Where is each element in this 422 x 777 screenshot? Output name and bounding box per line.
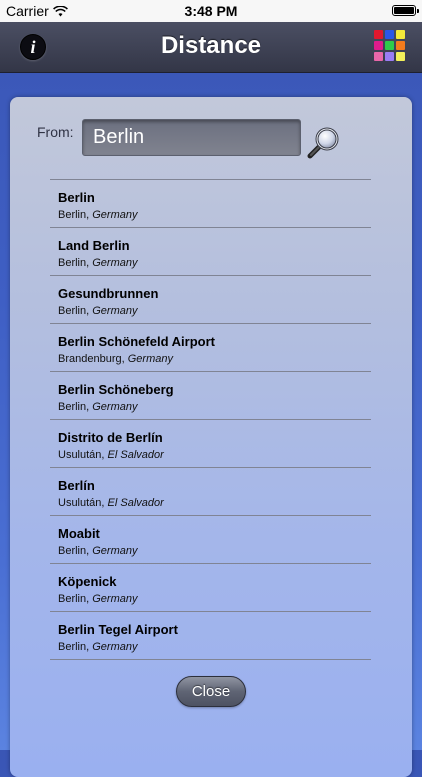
result-country: El Salvador bbox=[107, 497, 164, 509]
color-grid-cell bbox=[374, 30, 383, 39]
result-region: Brandenburg, Germany bbox=[58, 353, 173, 365]
result-item[interactable]: Distrito de Berlín Usulután, El Salvador bbox=[50, 420, 371, 468]
color-grid-cell bbox=[385, 52, 394, 61]
result-name: Köpenick bbox=[58, 574, 117, 589]
nav-bar: i Distance bbox=[0, 22, 422, 73]
result-region: Berlin, Germany bbox=[58, 593, 138, 605]
result-country: Germany bbox=[92, 593, 138, 605]
result-item[interactable]: Moabit Berlin, Germany bbox=[50, 516, 371, 564]
result-name: Berlin bbox=[58, 190, 95, 205]
search-panel: From: BerlinBerlin, GermanyLand BerlinBe… bbox=[10, 97, 412, 777]
result-region: Usulután, El Salvador bbox=[58, 497, 164, 509]
result-item[interactable]: Berlin Schönefeld Airport Brandenburg, Ge… bbox=[50, 324, 371, 372]
result-item[interactable]: Köpenick Berlin, Germany bbox=[50, 564, 371, 612]
result-region: Usulután, El Salvador bbox=[58, 449, 164, 461]
result-country: Germany bbox=[92, 209, 138, 221]
color-grid-icon[interactable] bbox=[374, 30, 406, 62]
result-country: Germany bbox=[127, 353, 173, 365]
result-region-name: Usulután, bbox=[58, 497, 105, 509]
status-time: 3:48 PM bbox=[184, 3, 238, 19]
result-item[interactable]: Berlin Schöneberg Berlin, Germany bbox=[50, 372, 371, 420]
result-country: Germany bbox=[92, 641, 138, 653]
battery-icon bbox=[392, 5, 419, 16]
color-grid-cell bbox=[374, 41, 383, 50]
result-name: Distrito de Berlín bbox=[58, 430, 163, 445]
result-name: Berlín bbox=[58, 478, 95, 493]
result-name: Berlin Tegel Airport bbox=[58, 622, 178, 637]
result-name: Gesundbrunnen bbox=[58, 286, 159, 301]
color-grid-cell bbox=[396, 41, 405, 50]
result-country: Germany bbox=[92, 305, 138, 317]
result-region-name: Berlin, bbox=[58, 593, 90, 605]
result-region-name: Berlin, bbox=[58, 545, 90, 557]
result-item[interactable]: Gesundbrunnen Berlin, Germany bbox=[50, 276, 371, 324]
result-item[interactable]: Berlin Tegel Airport Berlin, Germany bbox=[50, 612, 371, 660]
result-item[interactable]: Land Berlin Berlin, Germany bbox=[50, 228, 371, 276]
result-region: Berlin, Germany bbox=[58, 257, 138, 269]
results-list: Berlin Berlin, Germany Land Berlin Berlin, … bbox=[50, 179, 371, 660]
result-name: Moabit bbox=[58, 526, 100, 541]
result-region: Berlin, Germany bbox=[58, 209, 138, 221]
result-region: Berlin, Germany bbox=[58, 641, 138, 653]
result-region: Berlin, Germany bbox=[58, 305, 138, 317]
page-title: Distance bbox=[160, 32, 262, 59]
result-item[interactable]: Berlín Usulután, El Salvador bbox=[50, 468, 371, 516]
result-country: El Salvador bbox=[107, 449, 164, 461]
color-grid-cell bbox=[396, 52, 405, 61]
result-country: Germany bbox=[92, 545, 138, 557]
result-region-name: Berlin, bbox=[58, 641, 90, 653]
color-grid-cell bbox=[385, 41, 394, 50]
color-grid-cell bbox=[396, 30, 405, 39]
color-grid-cell bbox=[374, 52, 383, 61]
result-name: Berlin Schönefeld Airport bbox=[58, 334, 215, 349]
from-search-input[interactable] bbox=[82, 119, 301, 156]
result-region: Berlin, Germany bbox=[58, 401, 138, 413]
result-item[interactable]: Berlin Berlin, Germany bbox=[50, 180, 371, 228]
color-grid-cell bbox=[385, 30, 394, 39]
result-region-name: Berlin, bbox=[58, 209, 90, 221]
result-region-name: Berlin, bbox=[58, 305, 90, 317]
result-region-name: Usulután, bbox=[58, 449, 105, 461]
magnifier-icon[interactable] bbox=[307, 125, 341, 159]
result-country: Germany bbox=[92, 401, 138, 413]
result-country: Germany bbox=[92, 257, 138, 269]
status-bar: Carrier 3:48 PM bbox=[0, 0, 422, 22]
result-name: Berlin Schöneberg bbox=[58, 382, 174, 397]
result-region-name: Berlin, bbox=[58, 257, 90, 269]
result-region-name: Brandenburg, bbox=[58, 353, 125, 365]
result-region-name: Berlin, bbox=[58, 401, 90, 413]
result-region: Berlin, Germany bbox=[58, 545, 138, 557]
from-label: From: bbox=[37, 124, 74, 140]
result-name: Land Berlin bbox=[58, 238, 130, 253]
close-button[interactable]: Close bbox=[176, 676, 246, 707]
